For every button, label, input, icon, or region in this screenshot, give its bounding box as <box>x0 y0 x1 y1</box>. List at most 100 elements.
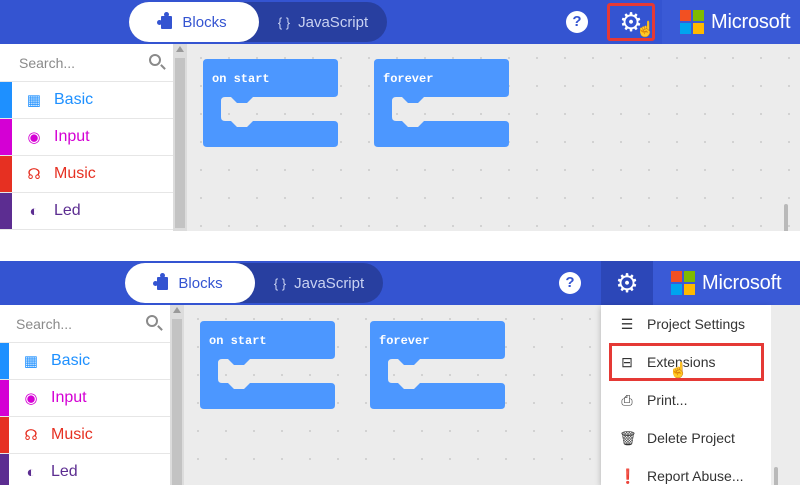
search-icon <box>149 54 161 66</box>
settings-button[interactable]: ⚙ ☝ <box>607 3 655 41</box>
javascript-label: JavaScript <box>294 274 365 292</box>
category-color-bar <box>0 82 12 118</box>
menu-item-report-abuse[interactable]: ❗ Report Abuse... <box>601 457 771 485</box>
trash-icon: 🗑 <box>619 429 637 446</box>
toolbox-scrollbar[interactable] <box>170 305 184 485</box>
headphones-icon: ☊ <box>27 166 41 183</box>
hand-cursor-icon: ☝ <box>636 21 655 38</box>
scroll-up-arrow-icon[interactable] <box>176 46 184 52</box>
braces-icon: { } <box>277 14 291 30</box>
printer-icon: ⎙ <box>621 391 633 408</box>
menu-item-label: Delete Project <box>647 430 735 446</box>
blocks-mode-button[interactable]: Blocks <box>125 263 255 303</box>
microsoft-brand: Microsoft <box>711 10 791 33</box>
microsoft-brand: Microsoft <box>702 271 782 294</box>
alert-icon: ❗ <box>619 467 637 484</box>
category-color-bar <box>0 343 9 379</box>
category-basic[interactable]: ▦ Basic <box>0 343 170 380</box>
category-music[interactable]: ☊ Music <box>0 156 173 193</box>
menu-item-project-settings[interactable]: ☰ Project Settings <box>601 305 771 343</box>
microsoft-logo-area[interactable]: Microsoft <box>662 0 800 44</box>
category-color-bar <box>0 417 9 453</box>
toolbox-search-input[interactable]: Search... <box>0 305 170 343</box>
menu-scroll-area <box>771 305 800 485</box>
category-music[interactable]: ☊ Music <box>0 417 170 454</box>
settings-dropdown-menu: ☰ Project Settings ⊟ Extensions ☝ ⎙ Prin… <box>601 305 771 485</box>
puzzle-icon <box>153 272 169 290</box>
headphones-icon: ☊ <box>24 427 38 444</box>
menu-item-label: Project Settings <box>647 316 746 332</box>
settings-button[interactable]: ⚙ <box>601 261 653 305</box>
scroll-thumb[interactable] <box>172 319 182 485</box>
grid-icon: ▦ <box>23 353 39 370</box>
target-icon: ◉ <box>27 129 41 146</box>
sliders-icon: ☰ <box>620 315 634 332</box>
puzzle-icon <box>157 11 173 29</box>
block-label: forever <box>379 334 430 348</box>
block-label: on start <box>212 72 270 86</box>
help-icon[interactable]: ? <box>566 11 588 33</box>
menu-item-extensions[interactable]: ⊟ Extensions ☝ <box>609 343 764 381</box>
javascript-mode-button[interactable]: { } JavaScript <box>259 2 387 42</box>
block-label: on start <box>209 334 267 348</box>
category-color-bar <box>0 380 9 416</box>
category-label: Music <box>54 165 96 182</box>
scroll-thumb[interactable] <box>175 58 185 228</box>
forever-block[interactable]: forever <box>370 321 505 409</box>
screenshot-step-2: Blocks { } JavaScript ? ⚙ Microsoft Sear… <box>0 261 800 485</box>
toggle-icon: ◐ <box>26 463 36 481</box>
category-color-bar <box>0 156 12 192</box>
microsoft-logo-area[interactable]: Microsoft <box>653 261 800 305</box>
grid-icon: ▦ <box>26 92 42 109</box>
menu-scrollbar[interactable] <box>774 467 778 485</box>
toolbox-sidebar: Search... ▦ Basic ◉ Input ☊ Music ◐ Led <box>0 44 173 231</box>
editor-mode-toggle: Blocks { } JavaScript <box>125 263 383 303</box>
screenshot-step-1: Blocks { } JavaScript ? ⚙ ☝ Microsoft Se… <box>0 0 800 231</box>
category-color-bar <box>0 193 12 229</box>
on-start-block[interactable]: on start <box>203 59 338 147</box>
javascript-mode-button[interactable]: { } JavaScript <box>255 263 383 303</box>
javascript-label: JavaScript <box>298 13 369 31</box>
target-icon: ◉ <box>24 390 38 407</box>
category-label: Basic <box>54 91 94 108</box>
menu-item-print[interactable]: ⎙ Print... <box>601 381 771 419</box>
category-label: Input <box>54 128 90 145</box>
category-label: Led <box>54 202 81 219</box>
forever-block[interactable]: forever <box>374 59 509 147</box>
category-color-bar <box>0 119 12 155</box>
category-led[interactable]: ◐ Led <box>0 454 170 485</box>
microsoft-logo-icon <box>680 10 704 34</box>
scroll-up-arrow-icon[interactable] <box>173 307 181 313</box>
hand-cursor-icon: ☝ <box>669 362 688 379</box>
menu-item-label: Print... <box>647 392 688 408</box>
search-icon <box>146 315 158 327</box>
workspace-scrollbar[interactable] <box>784 204 788 231</box>
category-label: Led <box>51 463 78 480</box>
menu-item-delete-project[interactable]: 🗑 Delete Project <box>601 419 771 457</box>
drawer-icon: ⊟ <box>621 353 633 370</box>
toolbox-scrollbar[interactable] <box>173 44 187 231</box>
search-placeholder: Search... <box>19 54 76 71</box>
category-input[interactable]: ◉ Input <box>0 119 173 156</box>
header-bar: Blocks { } JavaScript ? ⚙ ☝ Microsoft <box>0 0 800 44</box>
category-led[interactable]: ◐ Led <box>0 193 173 230</box>
help-icon[interactable]: ? <box>559 272 581 294</box>
category-basic[interactable]: ▦ Basic <box>0 82 173 119</box>
microsoft-logo-icon <box>671 271 695 295</box>
editor-mode-toggle: Blocks { } JavaScript <box>129 2 387 42</box>
category-input[interactable]: ◉ Input <box>0 380 170 417</box>
toggle-icon: ◐ <box>29 202 39 220</box>
gear-icon: ⚙ <box>615 268 639 298</box>
category-label: Basic <box>51 352 91 369</box>
braces-icon: { } <box>273 275 287 291</box>
menu-item-label: Report Abuse... <box>647 468 744 484</box>
header-bar: Blocks { } JavaScript ? ⚙ Microsoft <box>0 261 800 305</box>
blocks-label: Blocks <box>178 274 223 292</box>
toolbox-search-input[interactable]: Search... <box>0 44 173 82</box>
blocks-mode-button[interactable]: Blocks <box>129 2 259 42</box>
category-label: Input <box>51 389 87 406</box>
category-color-bar <box>0 454 9 485</box>
on-start-block[interactable]: on start <box>200 321 335 409</box>
blocks-workspace[interactable]: on start forever <box>187 44 800 231</box>
search-placeholder: Search... <box>16 315 73 332</box>
